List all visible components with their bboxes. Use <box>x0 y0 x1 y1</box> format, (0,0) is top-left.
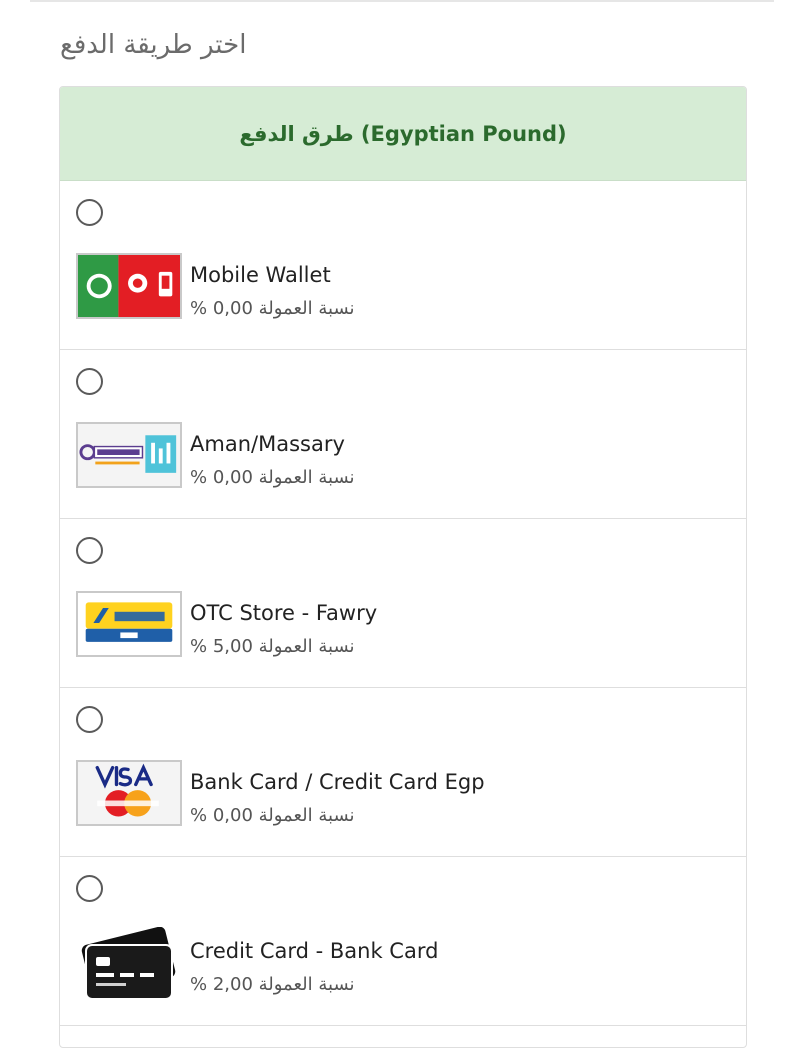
method-fee: نسبة العمولة 0,00 % <box>190 805 355 826</box>
credit-card-icon <box>76 926 182 1000</box>
method-fee: نسبة العمولة 2,00 % <box>190 974 355 995</box>
method-name: Mobile Wallet <box>190 263 331 287</box>
payment-method-bank-card[interactable]: Bank Card / Credit Card Egp نسبة العمولة… <box>60 688 746 857</box>
method-fee: نسبة العمولة 0,00 % <box>190 298 355 319</box>
payment-method-fawry[interactable]: OTC Store - Fawry نسبة العمولة 5,00 % <box>60 519 746 688</box>
visa-mastercard-logo <box>76 760 182 826</box>
method-name: Credit Card - Bank Card <box>190 939 439 963</box>
payment-method-mobile-wallet[interactable]: Mobile Wallet نسبة العمولة 0,00 % <box>60 181 746 350</box>
panel-header: طرق الدفع (Egyptian Pound) <box>60 87 746 181</box>
aman-masary-logo <box>76 422 182 488</box>
radio-fawry[interactable] <box>76 537 103 564</box>
radio-mobile-wallet[interactable] <box>76 199 103 226</box>
page-title: اختر طريقة الدفع <box>60 30 247 60</box>
method-name: Aman/Massary <box>190 432 345 456</box>
method-fee: نسبة العمولة 5,00 % <box>190 636 355 657</box>
payment-method-credit-card[interactable]: Credit Card - Bank Card نسبة العمولة 2,0… <box>60 857 746 1026</box>
radio-aman-massary[interactable] <box>76 368 103 395</box>
radio-credit-card[interactable] <box>76 875 103 902</box>
method-name: OTC Store - Fawry <box>190 601 378 625</box>
method-name: Bank Card / Credit Card Egp <box>190 770 485 794</box>
payment-method-aman-massary[interactable]: Aman/Massary نسبة العمولة 0,00 % <box>60 350 746 519</box>
radio-bank-card[interactable] <box>76 706 103 733</box>
payment-methods-panel: طرق الدفع (Egyptian Pound) Mobile Wallet… <box>59 86 747 1048</box>
fawry-pay-logo <box>76 591 182 657</box>
top-divider <box>30 0 774 2</box>
vodafone-cash-etisalat-logo <box>76 253 182 319</box>
method-fee: نسبة العمولة 0,00 % <box>190 467 355 488</box>
